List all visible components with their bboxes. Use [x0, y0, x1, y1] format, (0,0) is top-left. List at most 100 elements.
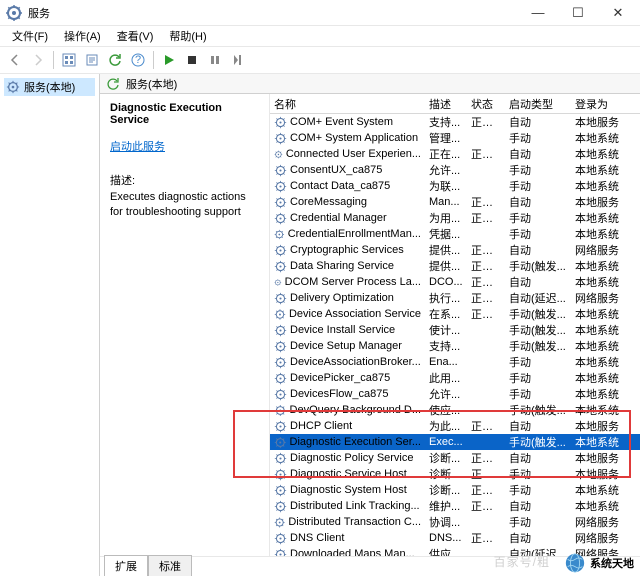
service-desc: 供应... — [425, 546, 467, 556]
service-logon: 本地服务 — [571, 450, 627, 466]
minimize-button[interactable]: — — [518, 0, 558, 26]
services-list[interactable]: 名称 描述 状态 启动类型 登录为 COM+ Event System支持...… — [270, 94, 640, 556]
service-row[interactable]: ConsentUX_ca875允许...手动本地系统 — [270, 162, 640, 178]
service-name: COM+ System Application — [290, 132, 418, 144]
service-row[interactable]: Distributed Link Tracking...维护...正在...自动… — [270, 498, 640, 514]
service-icon — [274, 132, 287, 145]
service-desc: 诊断... — [425, 482, 467, 498]
col-name[interactable]: 名称 — [270, 96, 425, 112]
service-icon — [274, 212, 287, 225]
tab-extended[interactable]: 扩展 — [104, 555, 148, 576]
start-icon[interactable] — [158, 49, 180, 71]
restart-icon[interactable] — [227, 49, 249, 71]
desc-label: 描述: — [110, 172, 261, 188]
service-icon — [274, 356, 287, 369]
export-icon[interactable] — [81, 49, 103, 71]
service-row[interactable]: Credential Manager为用...正在...手动本地系统 — [270, 210, 640, 226]
service-row[interactable]: DevicePicker_ca875此用...手动本地系统 — [270, 370, 640, 386]
col-logon[interactable]: 登录为 — [571, 96, 627, 112]
menu-file[interactable]: 文件(F) — [6, 27, 54, 45]
service-icon — [274, 164, 287, 177]
col-desc[interactable]: 描述 — [425, 96, 467, 112]
service-row[interactable]: Diagnostic Service Host诊断...正在...手动本地服务 — [270, 466, 640, 482]
menu-view[interactable]: 查看(V) — [111, 27, 160, 45]
close-button[interactable]: ✕ — [598, 0, 638, 26]
forward-button[interactable] — [27, 49, 49, 71]
gear-icon — [6, 80, 20, 94]
service-desc: 使计... — [425, 322, 467, 338]
service-startup: 自动 — [505, 498, 571, 514]
service-icon — [274, 388, 287, 401]
refresh-icon[interactable] — [104, 49, 126, 71]
help-icon[interactable]: ? — [127, 49, 149, 71]
service-icon — [274, 260, 287, 273]
service-startup: 自动 — [505, 114, 571, 130]
service-desc: 允许... — [425, 386, 467, 402]
service-row[interactable]: CredentialEnrollmentMan...凭据...手动本地系统 — [270, 226, 640, 242]
service-desc: 为联... — [425, 178, 467, 194]
service-row[interactable]: COM+ Event System支持...正在...自动本地服务 — [270, 114, 640, 130]
service-row[interactable]: DevQuery Background D...使应...手动(触发...本地系… — [270, 402, 640, 418]
menu-help[interactable]: 帮助(H) — [163, 27, 212, 45]
service-status: 正在... — [467, 482, 505, 498]
service-icon — [274, 308, 286, 321]
service-desc: 在系... — [425, 306, 467, 322]
service-status: 正在... — [467, 146, 505, 162]
service-row[interactable]: CoreMessagingMan...正在...自动本地服务 — [270, 194, 640, 210]
service-row[interactable]: DCOM Server Process La...DCO...正在...自动本地… — [270, 274, 640, 290]
service-row[interactable]: Delivery Optimization执行...正在...自动(延迟...网… — [270, 290, 640, 306]
column-headers[interactable]: 名称 描述 状态 启动类型 登录为 — [270, 94, 640, 114]
service-row[interactable]: Diagnostic System Host诊断...正在...手动本地系统 — [270, 482, 640, 498]
service-startup: 手动(触发... — [505, 258, 571, 274]
service-name: DNS Client — [290, 532, 344, 544]
service-row[interactable]: DevicesFlow_ca875允许...手动本地系统 — [270, 386, 640, 402]
maximize-button[interactable]: ☐ — [558, 0, 598, 26]
service-name: Diagnostic Service Host — [290, 468, 407, 480]
service-startup: 手动 — [505, 466, 571, 482]
service-row[interactable]: COM+ System Application管理...手动本地系统 — [270, 130, 640, 146]
service-name: Data Sharing Service — [290, 260, 394, 272]
service-row[interactable]: Contact Data_ca875为联...手动本地系统 — [270, 178, 640, 194]
service-row[interactable]: DNS ClientDNS...正在...自动网络服务 — [270, 530, 640, 546]
start-service-link[interactable]: 启动此服务 — [110, 138, 165, 154]
service-row[interactable]: Device Setup Manager支持...手动(触发...本地系统 — [270, 338, 640, 354]
back-button[interactable] — [4, 49, 26, 71]
service-row[interactable]: Distributed Transaction C...协调...手动网络服务 — [270, 514, 640, 530]
service-logon: 本地服务 — [571, 418, 627, 434]
service-name: CoreMessaging — [290, 196, 367, 208]
service-row[interactable]: Diagnostic Execution Ser...Exec...手动(触发.… — [270, 434, 640, 450]
service-startup: 自动 — [505, 194, 571, 210]
service-row[interactable]: Device Install Service使计...手动(触发...本地系统 — [270, 322, 640, 338]
tab-standard[interactable]: 标准 — [148, 555, 192, 576]
service-row[interactable]: Diagnostic Policy Service诊断...正在...自动本地服… — [270, 450, 640, 466]
service-row[interactable]: Device Association Service在系...正在...手动(触… — [270, 306, 640, 322]
service-row[interactable]: Connected User Experien...正在...正在...自动本地… — [270, 146, 640, 162]
stop-icon[interactable] — [181, 49, 203, 71]
service-logon: 本地系统 — [571, 322, 627, 338]
title-bar: 服务 — ☐ ✕ — [0, 0, 640, 26]
refresh-small-icon[interactable] — [106, 77, 120, 91]
service-startup: 手动(触发... — [505, 322, 571, 338]
col-startup[interactable]: 启动类型 — [505, 96, 571, 112]
service-row[interactable]: DHCP Client为此...正在...自动本地服务 — [270, 418, 640, 434]
service-row[interactable]: Cryptographic Services提供...正在...自动网络服务 — [270, 242, 640, 258]
service-desc: 诊断... — [425, 466, 467, 482]
service-name: Diagnostic Policy Service — [290, 452, 414, 464]
col-status[interactable]: 状态 — [467, 96, 505, 112]
service-logon: 本地系统 — [571, 354, 627, 370]
service-name: COM+ Event System — [290, 116, 393, 128]
service-status: 正在... — [467, 258, 505, 274]
service-startup: 自动 — [505, 274, 571, 290]
service-logon: 本地系统 — [571, 130, 627, 146]
service-row[interactable]: Data Sharing Service提供...正在...手动(触发...本地… — [270, 258, 640, 274]
service-logon: 本地服务 — [571, 114, 627, 130]
service-icon — [274, 452, 287, 465]
service-row[interactable]: DeviceAssociationBroker...Ena...手动本地系统 — [270, 354, 640, 370]
pause-icon[interactable] — [204, 49, 226, 71]
properties-icon[interactable] — [58, 49, 80, 71]
service-name: DHCP Client — [290, 420, 352, 432]
tree-item-services-local[interactable]: 服务(本地) — [4, 78, 95, 96]
service-name: Distributed Transaction C... — [288, 516, 421, 528]
service-status: 正在... — [467, 530, 505, 546]
menu-action[interactable]: 操作(A) — [58, 27, 107, 45]
